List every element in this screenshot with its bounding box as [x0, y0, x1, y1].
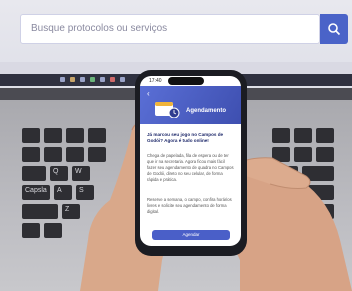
taskbar-app-icon: [60, 77, 65, 82]
taskbar-app-icon: [120, 77, 125, 82]
taskbar-app-icon: [90, 77, 95, 82]
photo-scene: Busque protocolos ou serviços Q W Capsla…: [0, 0, 352, 291]
keyboard-key: [22, 128, 40, 143]
keyboard-key: [22, 204, 58, 219]
taskbar-app-icon: [100, 77, 105, 82]
keyboard-key: [44, 223, 62, 238]
search-button[interactable]: [320, 14, 348, 44]
search-placeholder: Busque protocolos ou serviços: [31, 23, 168, 34]
status-time: 17:40: [149, 78, 162, 84]
keyboard-key: [44, 128, 62, 143]
taskbar-app-icon: [80, 77, 85, 82]
keyboard-key: [44, 147, 62, 162]
schedule-button[interactable]: Agendar: [152, 230, 230, 240]
taskbar-app-icon: [70, 77, 75, 82]
back-arrow-icon[interactable]: ‹: [147, 89, 150, 98]
keyboard-key: [22, 147, 40, 162]
keyboard-key: [22, 223, 40, 238]
keyboard-key-q: Q: [50, 166, 68, 181]
calendar-illustration-icon: [155, 102, 180, 118]
taskbar-app-icon: [110, 77, 115, 82]
search-icon: [328, 23, 341, 36]
faq-question: Já marcou seu jogo no Campos de Godói? A…: [147, 132, 224, 143]
app-title: Agendamento: [186, 108, 227, 114]
keyboard-key: [22, 166, 46, 181]
keyboard-key-capslock: Capsla: [22, 185, 50, 200]
phone-notch: [168, 77, 204, 85]
faq-answer-continued: Reserve a semana, o campo, confira horár…: [147, 197, 232, 214]
schedule-button-label: Agendar: [182, 232, 200, 237]
faq-answer: Chega de papelada, fila de espera ou de …: [147, 153, 234, 182]
search-input[interactable]: Busque protocolos ou serviços: [20, 14, 320, 44]
